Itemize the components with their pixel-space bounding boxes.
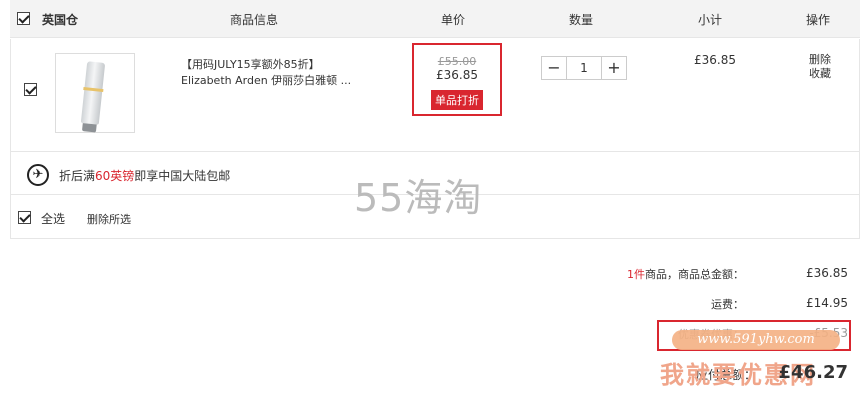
product-tube-icon [80, 61, 106, 125]
unit-price: £36.85 [436, 68, 478, 82]
goods-total-text: 商品，商品总金额： [645, 268, 744, 281]
col-product-header: 商品信息 [230, 13, 279, 27]
product-image[interactable] [55, 53, 135, 133]
qty-plus-button[interactable]: + [602, 57, 626, 79]
item-operations: 删除 收藏 [809, 53, 831, 81]
price-highlight-box: £55.00 £36.85 单品打折 [412, 43, 502, 116]
url-watermark: www.591yhw.com [672, 330, 840, 350]
delete-link[interactable]: 删除 [809, 53, 831, 67]
qty-minus-button[interactable]: − [542, 57, 566, 79]
notice-post: 即享中国大陆包邮 [134, 169, 231, 183]
col-qty-header: 数量 [569, 13, 594, 27]
discount-badge: 单品打折 [431, 90, 483, 110]
delete-selected-link[interactable]: 删除所选 [87, 211, 131, 227]
original-price: £55.00 [437, 55, 477, 68]
col-price-header: 单价 [441, 13, 466, 27]
cart-header: 英国仓 商品信息 单价 数量 小计 操作 [10, 0, 860, 38]
shipping-notice-text: 折后满60英镑即享中国大陆包邮 [59, 167, 230, 184]
select-warehouse-checkbox[interactable] [17, 12, 30, 25]
qty-input[interactable]: 1 [566, 57, 602, 79]
col-ops-header: 操作 [806, 13, 831, 27]
item-checkbox[interactable] [24, 83, 37, 96]
item-count: 1件 [627, 268, 645, 281]
airplane-icon: ✈ [27, 164, 49, 186]
product-promo-line: 【用码JULY15享额外85折】 [181, 58, 320, 71]
notice-pre: 折后满 [59, 169, 96, 183]
cart-item-row: 【用码JULY15享额外85折】 Elizabeth Arden 伊丽莎白雅顿 … [10, 39, 860, 151]
select-all-label[interactable]: 全选 [41, 210, 65, 227]
notice-amount: 60英镑 [95, 169, 135, 183]
site-watermark: 55海淘 [354, 176, 483, 220]
product-name[interactable]: 【用码JULY15享额外85折】 Elizabeth Arden 伊丽莎白雅顿 … [181, 57, 381, 89]
item-subtotal: £36.85 [694, 53, 736, 67]
product-title-line: Elizabeth Arden 伊丽莎白雅顿 ... [181, 74, 352, 87]
quantity-stepper: − 1 + [541, 56, 627, 80]
warehouse-label: 英国仓 [42, 13, 79, 27]
favorite-link[interactable]: 收藏 [809, 67, 831, 81]
shipping-value: £14.95 [806, 296, 848, 310]
goods-total-label: 1件商品，商品总金额： [627, 266, 744, 282]
select-all-checkbox[interactable] [18, 211, 31, 224]
payable-total: £46.27 [778, 362, 848, 383]
goods-total-value: £36.85 [806, 266, 848, 280]
shipping-label: 运费： [711, 298, 744, 311]
col-subtotal-header: 小计 [698, 13, 723, 27]
